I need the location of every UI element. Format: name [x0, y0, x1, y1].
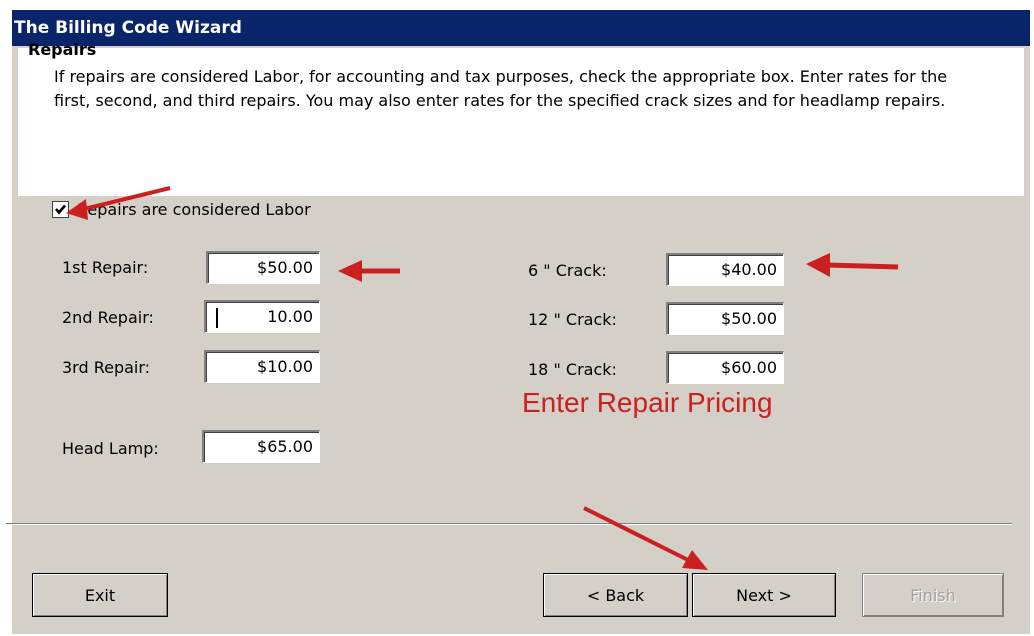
eighteen-inch-crack-label: 18 " Crack:	[528, 360, 617, 379]
third-repair-label: 3rd Repair:	[62, 358, 151, 377]
third-repair-input[interactable]: $10.00	[204, 350, 320, 383]
finish-button[interactable]: Finish	[862, 573, 1004, 617]
back-button[interactable]: < Back	[543, 573, 688, 617]
twelve-inch-crack-label: 12 " Crack:	[528, 310, 617, 329]
button-separator	[6, 523, 1012, 525]
first-repair-input[interactable]: $50.00	[206, 251, 320, 284]
labor-checkbox[interactable]	[52, 200, 69, 218]
check-mark-icon	[55, 204, 66, 214]
six-inch-crack-label: 6 " Crack:	[528, 261, 607, 280]
annotation-enter-repair-pricing: Enter Repair Pricing	[522, 387, 773, 418]
window-title: The Billing Code Wizard	[12, 10, 1030, 46]
second-repair-value: 10.00	[267, 307, 313, 326]
next-button[interactable]: Next >	[692, 573, 836, 617]
page-description: If repairs are considered Labor, for acc…	[54, 67, 948, 110]
labor-checkbox-label: Repairs are considered Labor	[77, 199, 311, 219]
twelve-inch-crack-input[interactable]: $50.00	[666, 302, 784, 335]
page-title: Repairs	[28, 40, 97, 59]
first-repair-label: 1st Repair:	[62, 258, 149, 277]
exit-button[interactable]: Exit	[32, 573, 168, 617]
head-lamp-input[interactable]: $65.00	[202, 430, 320, 463]
text-caret	[216, 308, 218, 328]
second-repair-input[interactable]: 10.00	[204, 300, 320, 333]
eighteen-inch-crack-input[interactable]: $60.00	[666, 351, 784, 384]
six-inch-crack-input[interactable]: $40.00	[666, 253, 784, 286]
labor-checkbox-row[interactable]: Repairs are considered Labor	[52, 198, 311, 220]
head-lamp-label: Head Lamp:	[62, 439, 159, 458]
second-repair-label: 2nd Repair:	[62, 308, 154, 327]
